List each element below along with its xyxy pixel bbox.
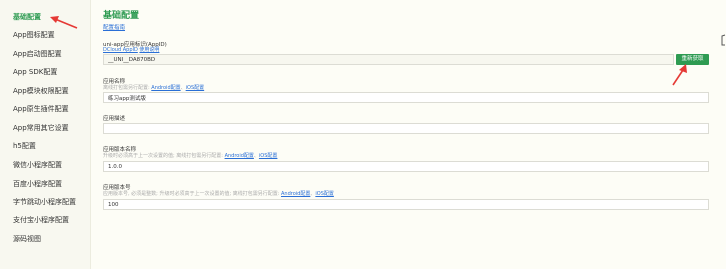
- ios-config-link[interactable]: iOS配置: [186, 85, 205, 91]
- app-name-hint-text: 离线打包需另行配置:: [103, 85, 150, 91]
- sidebar-item-baidu-mp[interactable]: 百度小程序配置: [13, 180, 62, 189]
- ios-config-link[interactable]: iOS配置: [315, 191, 334, 197]
- ios-config-link[interactable]: iOS配置: [259, 153, 278, 159]
- sidebar-item-app-sdk[interactable]: App SDK配置: [13, 68, 57, 77]
- android-config-link[interactable]: Android配置: [151, 85, 180, 91]
- annotation-arrow-up-icon: [672, 64, 687, 86]
- version-code-hint-text: 应用版本号, 必须是整数; 升级时必须高于上一次设置的值; 离线打包需另行配置:: [103, 191, 280, 197]
- main-content: 基础配置 配置指南 uni-app应用标识(AppID) DCloud AppI…: [103, 0, 713, 269]
- sidebar-item-app-permissions[interactable]: App模块权限配置: [13, 87, 69, 96]
- sidebar-item-bytedance-mp[interactable]: 字节跳动小程序配置: [13, 198, 76, 207]
- sidebar-item-app-other-settings[interactable]: App常用其它设置: [13, 124, 69, 133]
- app-name-field[interactable]: [103, 92, 709, 103]
- window-edge-handle-icon: [721, 34, 726, 46]
- sidebar-item-alipay-mp[interactable]: 支付宝小程序配置: [13, 216, 69, 225]
- page-title: 基础配置: [103, 11, 140, 21]
- version-code-field[interactable]: [103, 199, 709, 210]
- appid-field[interactable]: [103, 54, 674, 65]
- sidebar-item-app-icon[interactable]: App图标配置: [13, 31, 55, 40]
- version-name-hint: 升级时必须高于上一次设置的值; 离线打包需另行配置: Android配置、iOS…: [103, 152, 277, 159]
- sidebar-item-source-view[interactable]: 源码视图: [13, 235, 41, 244]
- sidebar: 基础配置 App图标配置 App启动图配置 App SDK配置 App模块权限配…: [0, 0, 91, 269]
- sidebar-item-wechat-mp[interactable]: 微信小程序配置: [13, 161, 62, 170]
- sidebar-item-app-splash[interactable]: App启动图配置: [13, 50, 62, 59]
- version-code-hint: 应用版本号, 必须是整数; 升级时必须高于上一次设置的值; 离线打包需另行配置:…: [103, 190, 334, 197]
- appid-hint: DCloud AppID 使用说明: [103, 46, 159, 53]
- app-desc-label: 应用描述: [103, 116, 126, 122]
- config-guide-link[interactable]: 配置指南: [103, 23, 125, 31]
- app-desc-field[interactable]: [103, 123, 709, 134]
- android-config-link[interactable]: Android配置: [281, 191, 310, 197]
- usage-guide-link[interactable]: 使用说明: [139, 47, 159, 53]
- dcloud-appid-link[interactable]: DCloud AppID: [103, 47, 138, 53]
- sidebar-item-basic-config[interactable]: 基础配置: [13, 13, 41, 22]
- sidebar-item-h5[interactable]: h5配置: [13, 142, 36, 151]
- android-config-link[interactable]: Android配置: [225, 153, 254, 159]
- app-name-hint: 离线打包需另行配置: Android配置、iOS配置: [103, 84, 204, 91]
- version-name-hint-text: 升级时必须高于上一次设置的值; 离线打包需另行配置:: [103, 153, 223, 159]
- annotation-arrow-left-icon: [50, 16, 78, 29]
- version-name-field[interactable]: [103, 161, 709, 172]
- sidebar-item-app-native-plugins[interactable]: App原生插件配置: [13, 105, 69, 114]
